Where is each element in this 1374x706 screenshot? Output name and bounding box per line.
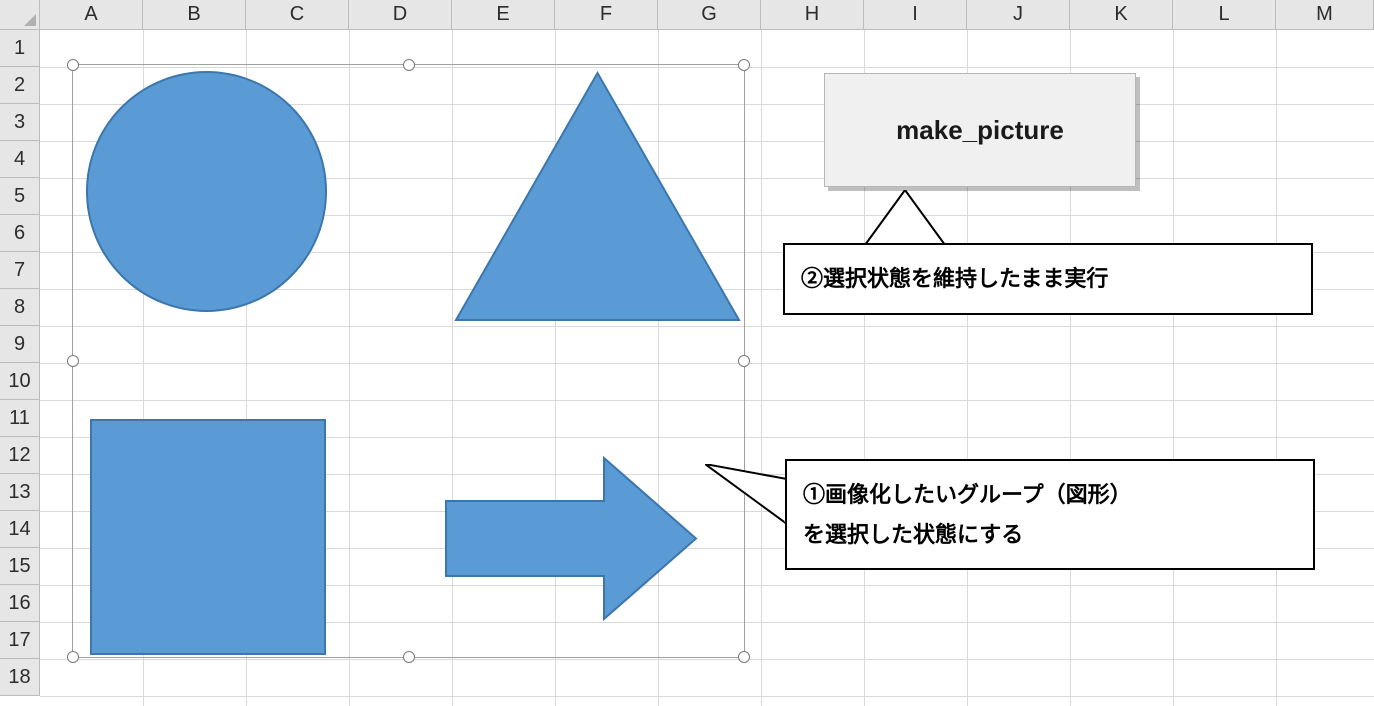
callout-step1-line1: ①画像化したいグループ（図形） (803, 475, 1297, 515)
spreadsheet-view: A B C D E F G H I J K L M 1 2 3 4 5 6 7 … (0, 0, 1374, 706)
col-header-F[interactable]: F (555, 0, 658, 30)
row-header-1[interactable]: 1 (0, 30, 40, 67)
callout-step1: ①画像化したいグループ（図形） を選択した状態にする (785, 459, 1315, 570)
callout-step1-line2: を選択した状態にする (803, 515, 1297, 555)
row-header-13[interactable]: 13 (0, 474, 40, 511)
make-picture-button[interactable]: make_picture (824, 73, 1136, 187)
col-header-B[interactable]: B (143, 0, 246, 30)
row-header-6[interactable]: 6 (0, 215, 40, 252)
callout-step2-text: ②選択状態を維持したまま実行 (801, 266, 1108, 291)
triangle-shape[interactable] (454, 71, 741, 322)
row-header-4[interactable]: 4 (0, 141, 40, 178)
col-header-H[interactable]: H (761, 0, 864, 30)
row-header-11[interactable]: 11 (0, 400, 40, 437)
col-header-E[interactable]: E (452, 0, 555, 30)
row-header-17[interactable]: 17 (0, 622, 40, 659)
col-header-G[interactable]: G (658, 0, 761, 30)
row-header-2[interactable]: 2 (0, 67, 40, 104)
circle-shape[interactable] (86, 71, 327, 312)
col-header-D[interactable]: D (349, 0, 452, 30)
col-header-M[interactable]: M (1276, 0, 1374, 30)
row-header-5[interactable]: 5 (0, 178, 40, 215)
row-header-14[interactable]: 14 (0, 511, 40, 548)
row-header-16[interactable]: 16 (0, 585, 40, 622)
row-header-15[interactable]: 15 (0, 548, 40, 585)
row-header-3[interactable]: 3 (0, 104, 40, 141)
col-header-L[interactable]: L (1173, 0, 1276, 30)
right-arrow-shape[interactable] (444, 456, 698, 621)
row-header-12[interactable]: 12 (0, 437, 40, 474)
row-header-7[interactable]: 7 (0, 252, 40, 289)
row-header-9[interactable]: 9 (0, 326, 40, 363)
col-header-J[interactable]: J (967, 0, 1070, 30)
col-header-K[interactable]: K (1070, 0, 1173, 30)
square-shape[interactable] (90, 419, 326, 655)
col-header-I[interactable]: I (864, 0, 967, 30)
row-header-8[interactable]: 8 (0, 289, 40, 326)
col-header-A[interactable]: A (40, 0, 143, 30)
select-all-corner[interactable] (0, 0, 40, 30)
callout1-tail (705, 464, 787, 534)
callout-step2: ②選択状態を維持したまま実行 (783, 243, 1313, 315)
row-header-10[interactable]: 10 (0, 363, 40, 400)
make-picture-button-label: make_picture (896, 115, 1064, 146)
callout2-tail (865, 190, 945, 245)
col-header-C[interactable]: C (246, 0, 349, 30)
row-header-18[interactable]: 18 (0, 659, 40, 696)
